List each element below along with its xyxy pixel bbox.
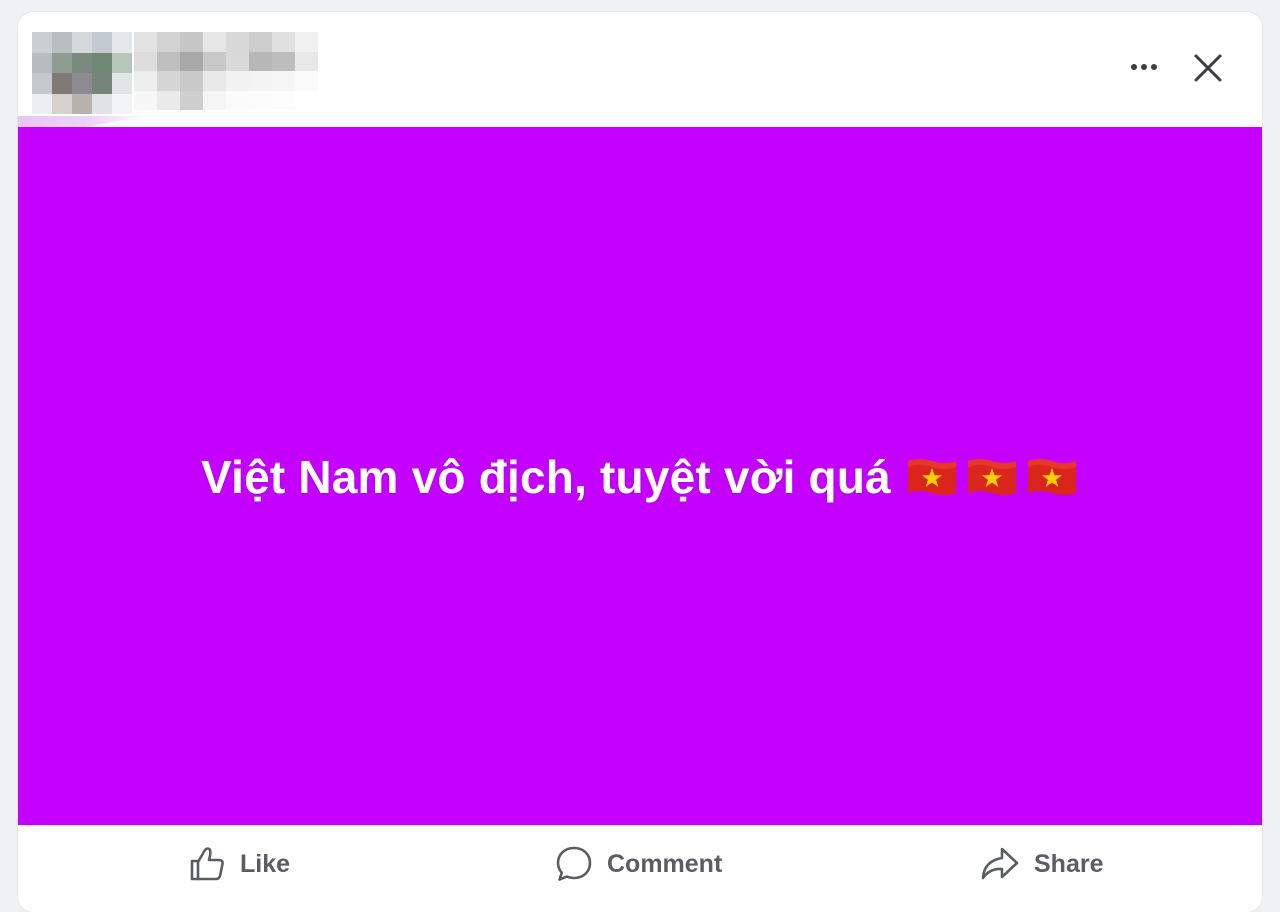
post-text: Việt Nam vô địch, tuyệt vời quá <box>201 451 891 503</box>
post-header <box>18 12 1262 132</box>
more-options-button[interactable] <box>1122 52 1166 82</box>
like-label: Like <box>240 849 291 878</box>
close-icon <box>1194 54 1222 82</box>
post-content-background: Việt Nam vô địch, tuyệt vời quá <box>18 127 1262 825</box>
comment-button[interactable]: Comment <box>555 844 722 884</box>
vietnam-flag-icon <box>967 459 1016 495</box>
share-button[interactable]: Share <box>980 844 1103 884</box>
comment-bubble-icon <box>556 846 592 881</box>
author-name-blurred[interactable] <box>134 32 318 110</box>
author-avatar[interactable] <box>32 32 132 114</box>
post-actions-bar: Like Comment Share <box>18 825 1262 912</box>
comment-label: Comment <box>607 849 723 878</box>
vietnam-flag-icon <box>907 459 956 495</box>
vietnam-flag-icon <box>1027 459 1076 495</box>
post-text-row: Việt Nam vô địch, tuyệt vời quá <box>201 450 1079 504</box>
thumbs-up-icon <box>190 847 224 881</box>
more-horizontal-icon <box>1131 64 1137 70</box>
share-arrow-icon <box>981 847 1019 880</box>
vietnam-flags <box>905 455 1079 499</box>
like-button[interactable]: Like <box>188 844 290 884</box>
post-card: Việt Nam vô địch, tuyệt vời quá Like Com… <box>18 12 1262 912</box>
close-button[interactable] <box>1188 48 1228 88</box>
share-label: Share <box>1034 849 1104 878</box>
